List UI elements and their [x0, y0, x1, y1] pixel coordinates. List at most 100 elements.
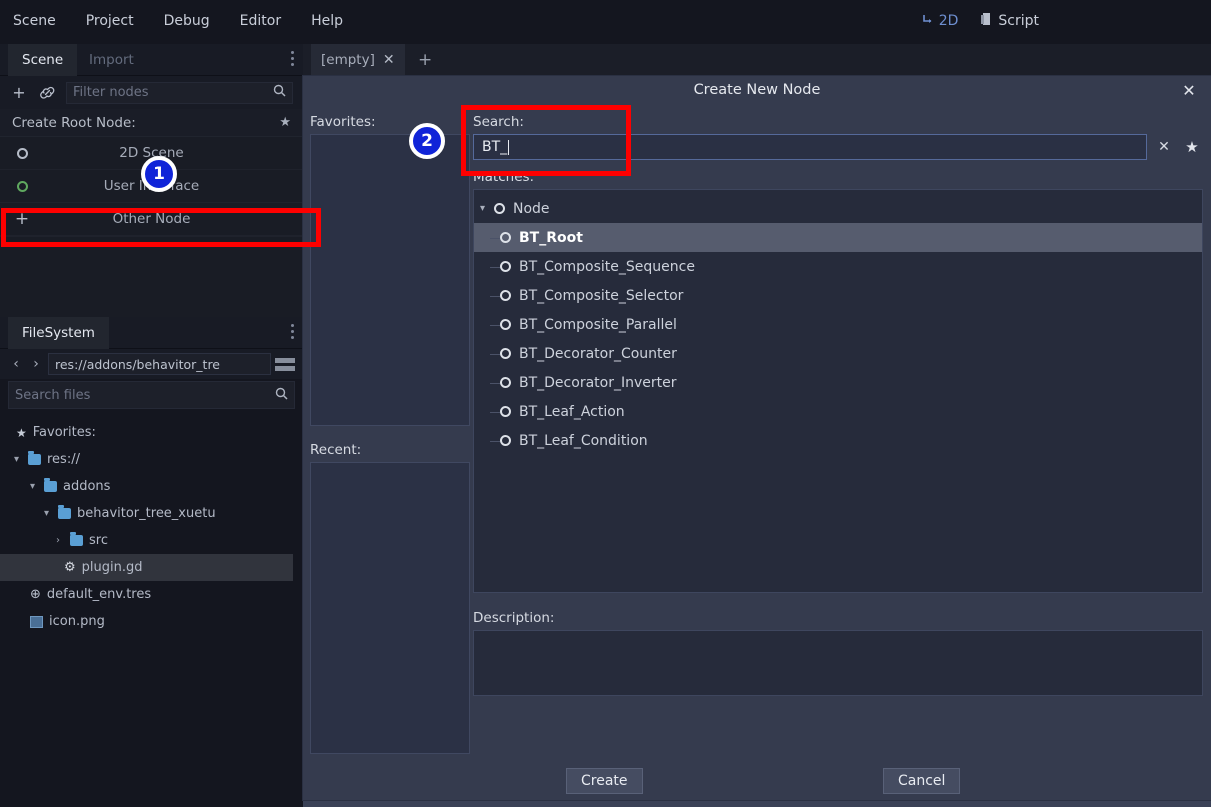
text-caret: [508, 139, 510, 155]
match-item-bt-decorator-counter[interactable]: BT_Decorator_Counter: [474, 339, 1202, 368]
chevron-down-icon[interactable]: ▾: [14, 454, 28, 465]
image-icon: [30, 615, 43, 628]
match-item-bt-composite-parallel[interactable]: BT_Composite_Parallel: [474, 310, 1202, 339]
filesystem-path-bar: ‹ › res://addons/behavitor_tre: [0, 349, 303, 379]
scene-toolbar: + Filter nodes: [0, 76, 303, 109]
menu-bar-items: Scene Project Debug Editor Help: [10, 12, 346, 30]
tree-item-icon-png-label: icon.png: [49, 614, 105, 629]
dialog-body: Favorites: Recent: Search: BT_ ✕ ★ Match…: [303, 104, 1211, 772]
gear-icon: ⚙: [64, 560, 76, 575]
star-icon[interactable]: ★: [1181, 135, 1203, 159]
match-item-bt-decorator-inverter[interactable]: BT_Decorator_Inverter: [474, 368, 1202, 397]
tree-item-src-label: src: [89, 533, 108, 548]
tree-line: [490, 295, 500, 297]
tree-item-favorites[interactable]: ★ Favorites:: [0, 419, 303, 446]
match-item-bt-root[interactable]: BT_Root: [474, 223, 1202, 252]
match-item-bt-leaf-action[interactable]: BT_Leaf_Action: [474, 397, 1202, 426]
close-icon[interactable]: ✕: [1179, 80, 1199, 100]
menu-item-editor[interactable]: Editor: [237, 12, 284, 30]
tree-item-default-env-tres-label: default_env.tres: [46, 587, 152, 602]
matches-list[interactable]: ▾ Node BT_Root BT_Composite_Sequence BT_…: [473, 189, 1203, 593]
scene-dock-tabbar: Scene Import: [0, 44, 303, 76]
tree-item-icon-png[interactable]: icon.png: [0, 608, 303, 635]
scene-tab-empty[interactable]: [empty] ✕: [311, 44, 405, 76]
filesystem-search-placeholder: Search files: [15, 387, 91, 403]
match-item-bt-composite-selector[interactable]: BT_Composite_Selector: [474, 281, 1202, 310]
menu-item-debug[interactable]: Debug: [161, 12, 213, 30]
root-option-other-node-label: Other Node: [112, 211, 191, 227]
back-icon[interactable]: ‹: [8, 356, 24, 372]
tree-item-src[interactable]: › src: [0, 527, 303, 554]
match-item-bt-leaf-action-label: BT_Leaf_Action: [519, 403, 625, 420]
split-mode-icon[interactable]: [275, 355, 295, 373]
filter-nodes-placeholder: Filter nodes: [73, 85, 149, 100]
tree-item-addons[interactable]: ▾ addons: [0, 473, 303, 500]
create-root-node-header: Create Root Node: ★: [0, 109, 303, 137]
forward-icon[interactable]: ›: [28, 356, 44, 372]
filter-nodes-input[interactable]: Filter nodes: [66, 81, 293, 104]
menu-item-scene[interactable]: Scene: [10, 12, 59, 30]
chevron-down-icon[interactable]: ▾: [30, 481, 44, 492]
tree-line: [490, 440, 500, 442]
tab-import[interactable]: Import: [75, 44, 148, 76]
recent-list[interactable]: [310, 462, 470, 754]
editor-mode-buttons: 2D Script: [921, 12, 1039, 29]
root-option-2d-scene-label: 2D Scene: [119, 145, 184, 161]
chevron-down-icon[interactable]: ▾: [44, 508, 58, 519]
tree-line: [490, 382, 500, 384]
chevron-down-icon[interactable]: ▾: [480, 203, 494, 214]
node-icon: [500, 319, 511, 330]
match-item-bt-composite-sequence[interactable]: BT_Composite_Sequence: [474, 252, 1202, 281]
filesystem-dock: FileSystem ‹ › res://addons/behavitor_tr…: [0, 317, 303, 807]
match-item-bt-composite-selector-label: BT_Composite_Selector: [519, 287, 684, 304]
search-label: Search:: [473, 114, 524, 130]
star-icon[interactable]: ★: [279, 115, 291, 130]
annotation-badge-2: 2: [409, 123, 445, 159]
menu-item-help[interactable]: Help: [308, 12, 346, 30]
filesystem-search-input[interactable]: Search files: [8, 381, 295, 409]
tree-item-behavitor-tree-xuetu[interactable]: ▾ behavitor_tree_xuetu: [0, 500, 303, 527]
folder-icon: [70, 532, 83, 546]
scene-tab-empty-label: [empty]: [321, 52, 375, 68]
2d-view-icon: [921, 13, 934, 29]
script-icon: [980, 12, 993, 29]
plus-icon[interactable]: +: [418, 50, 432, 70]
match-item-bt-composite-parallel-label: BT_Composite_Parallel: [519, 316, 677, 333]
filesystem-path-value[interactable]: res://addons/behavitor_tre: [48, 353, 271, 375]
match-item-bt-leaf-condition[interactable]: BT_Leaf_Condition: [474, 426, 1202, 455]
folder-icon: [28, 451, 41, 465]
node-icon: [500, 232, 511, 243]
description-field[interactable]: [473, 630, 1203, 696]
mode-button-script[interactable]: Script: [980, 12, 1039, 29]
create-new-node-dialog: Create New Node ✕ Favorites: Recent: Sea…: [303, 76, 1211, 800]
node-icon: [500, 377, 511, 388]
tab-scene[interactable]: Scene: [8, 44, 78, 76]
create-button[interactable]: Create: [566, 768, 643, 794]
search-input[interactable]: BT_: [473, 134, 1147, 160]
tree-line: [490, 324, 500, 326]
dialog-left-column: Favorites: Recent:: [310, 110, 470, 770]
filesystem-dock-menu-icon[interactable]: [291, 324, 295, 342]
favorites-list[interactable]: [310, 134, 470, 426]
link-icon[interactable]: [38, 84, 56, 102]
scene-dock-menu-icon[interactable]: [291, 51, 295, 69]
plus-icon: +: [14, 208, 30, 229]
clear-icon[interactable]: ✕: [1153, 135, 1175, 159]
cancel-button[interactable]: Cancel: [883, 768, 961, 794]
tree-item-default-env-tres[interactable]: ⊕ default_env.tres: [0, 581, 303, 608]
match-item-node[interactable]: ▾ Node: [474, 194, 1202, 223]
node-icon: [500, 261, 511, 272]
chevron-right-icon[interactable]: ›: [56, 535, 70, 546]
menu-item-project[interactable]: Project: [83, 12, 137, 30]
tree-item-favorites-label: Favorites:: [32, 425, 96, 440]
root-option-other-node[interactable]: + Other Node: [0, 203, 303, 236]
mode-button-script-label: Script: [998, 12, 1039, 29]
match-item-bt-decorator-inverter-label: BT_Decorator_Inverter: [519, 374, 677, 391]
mode-button-2d[interactable]: 2D: [921, 13, 958, 29]
circle-green-icon: [0, 180, 44, 192]
tab-filesystem[interactable]: FileSystem: [8, 317, 109, 349]
close-icon[interactable]: ✕: [383, 52, 395, 68]
plus-icon[interactable]: +: [10, 83, 28, 102]
tree-item-res[interactable]: ▾ res://: [0, 446, 303, 473]
tree-item-plugin-gd[interactable]: ⚙ plugin.gd: [0, 554, 293, 581]
